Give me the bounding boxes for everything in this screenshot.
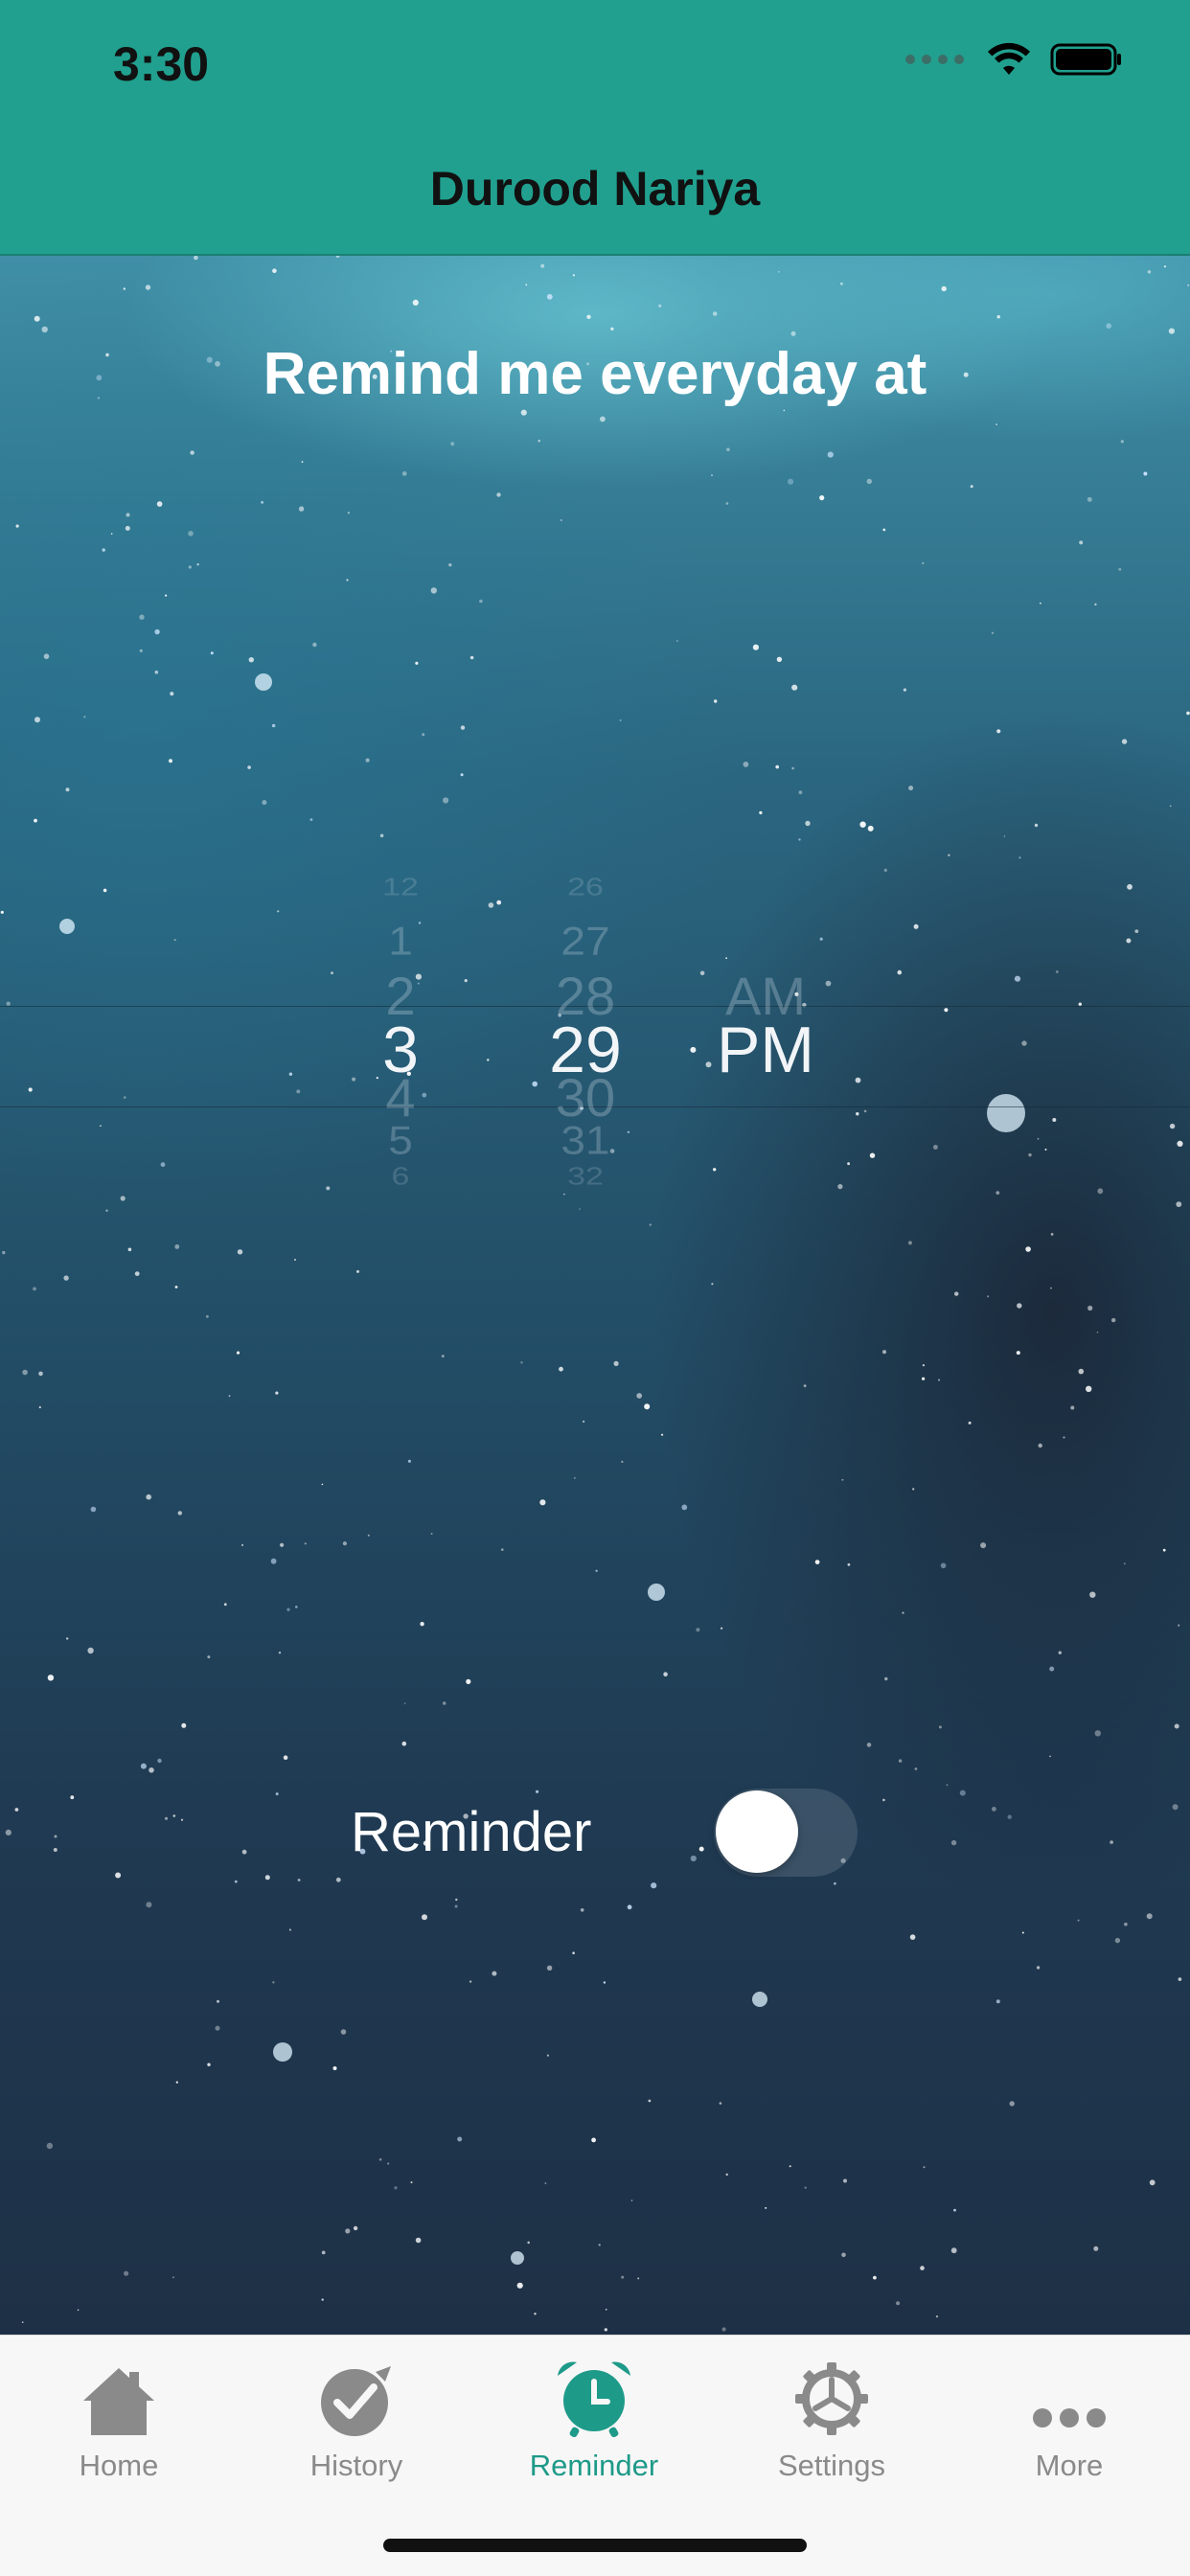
reminder-toggle[interactable] xyxy=(714,1789,858,1877)
time-picker[interactable]: 12 1 2 3 4 5 6 26 27 28 29 30 31 32 AM PM xyxy=(0,764,1190,1338)
home-indicator xyxy=(383,2539,807,2552)
tab-label: More xyxy=(1035,2449,1104,2482)
hour-option[interactable]: 12 xyxy=(324,874,477,901)
tab-home[interactable]: Home xyxy=(23,2355,215,2483)
reminder-heading: Remind me everyday at xyxy=(263,341,927,407)
more-icon xyxy=(973,2355,1165,2437)
period-option[interactable]: PM xyxy=(689,1013,842,1087)
period-wheel[interactable]: AM PM xyxy=(689,764,842,1338)
nav-title: Durood Nariya xyxy=(429,162,761,216)
hour-option[interactable]: 1 xyxy=(324,918,477,965)
toggle-knob xyxy=(716,1790,798,1873)
minute-option[interactable]: 32 xyxy=(509,1163,662,1191)
home-icon xyxy=(23,2355,215,2437)
minute-option[interactable]: 27 xyxy=(509,918,662,965)
hour-option[interactable]: 5 xyxy=(324,1117,477,1164)
minute-option[interactable]: 31 xyxy=(509,1117,662,1164)
tab-label: Reminder xyxy=(529,2449,659,2482)
tab-settings[interactable]: Settings xyxy=(736,2355,927,2483)
alarm-clock-icon xyxy=(498,2355,690,2437)
header: 3:30 Durood Nariya xyxy=(0,0,1190,256)
tab-reminder[interactable]: Reminder xyxy=(498,2355,690,2483)
gear-icon xyxy=(736,2355,927,2437)
status-icons xyxy=(905,42,1123,77)
battery-icon xyxy=(1050,42,1123,77)
cellular-signal-icon xyxy=(905,55,964,64)
wifi-icon xyxy=(987,42,1031,77)
minute-option[interactable]: 26 xyxy=(509,874,662,901)
tab-label: Home xyxy=(79,2449,159,2482)
hour-wheel[interactable]: 12 1 2 3 4 5 6 xyxy=(324,764,477,1338)
check-badge-icon xyxy=(261,2355,452,2437)
tab-label: Settings xyxy=(777,2449,885,2482)
minute-wheel[interactable]: 26 27 28 29 30 31 32 xyxy=(509,764,662,1338)
status-time: 3:30 xyxy=(113,37,210,91)
hour-option[interactable]: 6 xyxy=(324,1163,477,1191)
tab-more[interactable]: More xyxy=(973,2355,1165,2483)
reminder-label: Reminder xyxy=(351,1801,592,1863)
reminder-screen: Remind me everyday at 12 1 2 3 4 5 6 26 27 28 29 3… xyxy=(0,256,1190,2335)
reminder-row: Reminder xyxy=(0,1789,1190,1884)
tab-label: History xyxy=(309,2449,403,2482)
tab-history[interactable]: History xyxy=(261,2355,452,2483)
